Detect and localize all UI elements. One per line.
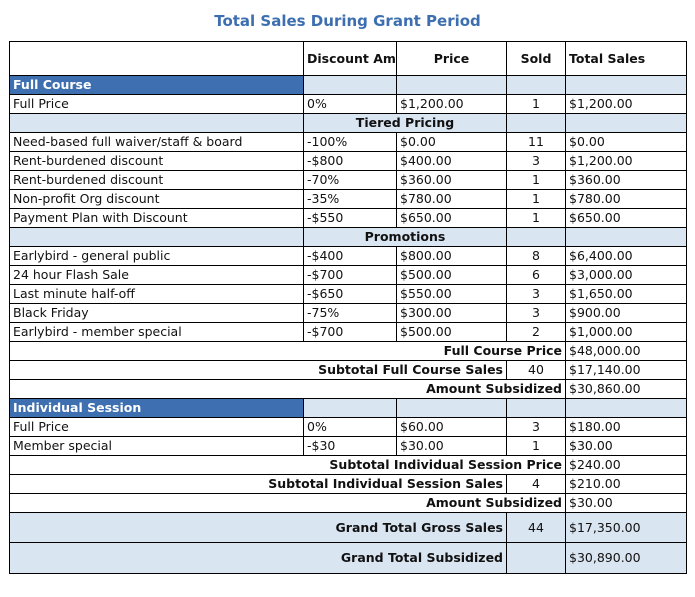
- grand-total-subsidized-label: Grand Total Subsidized: [9, 542, 507, 574]
- table-row: Need-based full waiver/staff & board -10…: [9, 132, 687, 152]
- table-row: Black Friday -75% $300.00 3 $900.00: [9, 303, 687, 323]
- subsection-row-promotions: Promotions: [9, 227, 687, 247]
- summary-row-subtotal-full-course: Subtotal Full Course Sales 40 $17,140.00: [9, 360, 687, 380]
- header-row: Discount Amount Price Sold Total Sales: [9, 41, 687, 76]
- table-row: Rent-burdened discount -$800 $400.00 3 $…: [9, 151, 687, 171]
- table-row: Full Price 0% $1,200.00 1 $1,200.00: [9, 94, 687, 114]
- grand-total-gross-row: Grand Total Gross Sales 44 $17,350.00: [9, 512, 687, 543]
- sales-table: Discount Amount Price Sold Total Sales F…: [9, 41, 687, 574]
- subsection-row-tiered: Tiered Pricing: [9, 113, 687, 133]
- summary-row-amount-subsidized: Amount Subsidized $30,860.00: [9, 379, 687, 399]
- grand-total-gross-label: Grand Total Gross Sales: [9, 512, 507, 543]
- grand-total-subsidized-value: $30,890.00: [565, 542, 687, 574]
- summary-row-subtotal-session-price: Subtotal Individual Session Price $240.0…: [9, 455, 687, 475]
- table-row: Non-profit Org discount -35% $780.00 1 $…: [9, 189, 687, 209]
- grand-total-subsidized-row: Grand Total Subsidized $30,890.00: [9, 542, 687, 574]
- summary-label: Full Course Price: [303, 341, 566, 361]
- table-row: Earlybird - member special -$700 $500.00…: [9, 322, 687, 342]
- header-total: Total Sales: [565, 41, 687, 76]
- summary-label: Amount Subsidized: [303, 493, 566, 513]
- table-row: Rent-burdened discount -70% $360.00 1 $3…: [9, 170, 687, 190]
- section-row-full-course: Full Course: [9, 75, 687, 95]
- table-row: Earlybird - general public -$400 $800.00…: [9, 246, 687, 266]
- summary-label: Subtotal Individual Session Sales: [9, 474, 507, 494]
- header-price: Price: [396, 41, 507, 76]
- grand-total-gross-sold: 44: [506, 512, 566, 543]
- summary-label: Amount Subsidized: [303, 379, 566, 399]
- subsection-label: Tiered Pricing: [303, 113, 507, 133]
- summary-row-subtotal-session-sales: Subtotal Individual Session Sales 4 $210…: [9, 474, 687, 494]
- table-row: Payment Plan with Discount -$550 $650.00…: [9, 208, 687, 228]
- page-title: Total Sales During Grant Period: [214, 12, 481, 30]
- table-row: Full Price 0% $60.00 3 $180.00: [9, 417, 687, 437]
- header-discount: Discount Amount: [303, 41, 397, 76]
- subsection-label: Promotions: [303, 227, 507, 247]
- section-row-individual-session: Individual Session: [9, 398, 687, 418]
- summary-row-full-course-price: Full Course Price $48,000.00: [9, 341, 687, 361]
- grand-total-gross-value: $17,350.00: [565, 512, 687, 543]
- section-label: Full Course: [9, 75, 304, 95]
- summary-row-session-subsidized: Amount Subsidized $30.00: [9, 493, 687, 513]
- summary-label: Subtotal Individual Session Price: [9, 455, 566, 475]
- section-label: Individual Session: [9, 398, 304, 418]
- table-row: Member special -$30 $30.00 1 $30.00: [9, 436, 687, 456]
- header-sold: Sold: [506, 41, 566, 76]
- header-item: [9, 41, 304, 76]
- summary-label: Subtotal Full Course Sales: [9, 360, 507, 380]
- table-row: Last minute half-off -$650 $550.00 3 $1,…: [9, 284, 687, 304]
- table-row: 24 hour Flash Sale -$700 $500.00 6 $3,00…: [9, 265, 687, 285]
